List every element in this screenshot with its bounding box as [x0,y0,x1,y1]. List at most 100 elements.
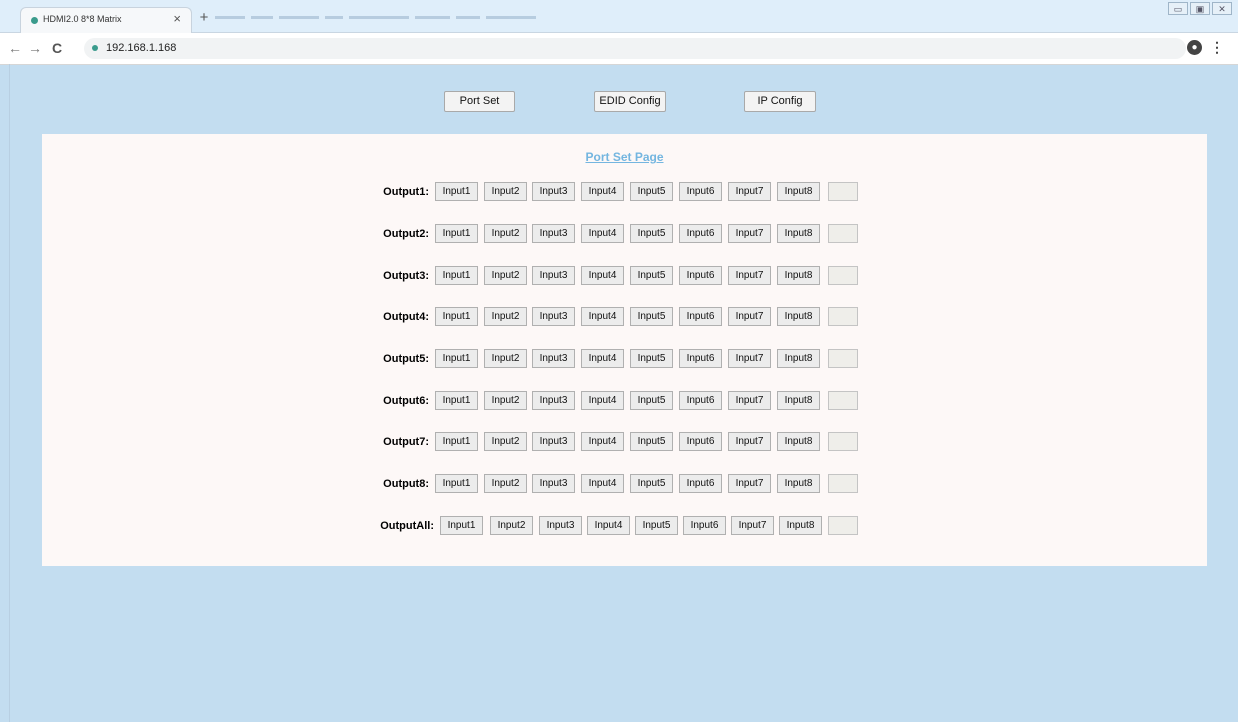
output-label: Output8: [383,478,429,490]
input7-button[interactable]: Input7 [728,432,771,451]
page-title[interactable]: Port Set Page [42,150,1207,164]
input2-button[interactable]: Input2 [484,307,527,326]
input3-button[interactable]: Input3 [532,224,575,243]
input3-button[interactable]: Input3 [532,349,575,368]
back-arrow-icon[interactable]: ← [8,40,22,56]
input8-button[interactable]: Input8 [777,474,820,493]
input5-button[interactable]: Input5 [630,474,673,493]
input4-button[interactable]: Input4 [581,224,624,243]
input1-button[interactable]: Input1 [435,307,478,326]
input6-button[interactable]: Input6 [683,516,726,535]
input4-button[interactable]: Input4 [581,349,624,368]
selected-input-display [828,474,858,493]
input7-button[interactable]: Input7 [728,182,771,201]
edid-config-button[interactable]: EDID Config [594,91,666,112]
input7-button[interactable]: Input7 [728,266,771,285]
maximize-icon[interactable]: ▣ [1190,2,1210,15]
tab-close-icon[interactable]: × [173,11,181,26]
input3-button[interactable]: Input3 [532,391,575,410]
input8-button[interactable]: Input8 [777,432,820,451]
selected-input-display [828,432,858,451]
input8-button[interactable]: Input8 [777,266,820,285]
input2-button[interactable]: Input2 [484,474,527,493]
input1-button[interactable]: Input1 [440,516,483,535]
input3-button[interactable]: Input3 [532,266,575,285]
input5-button[interactable]: Input5 [630,266,673,285]
input7-button[interactable]: Input7 [728,349,771,368]
input1-button[interactable]: Input1 [435,391,478,410]
input5-button[interactable]: Input5 [630,432,673,451]
port-set-button[interactable]: Port Set [444,91,515,112]
input2-button[interactable]: Input2 [490,516,533,535]
input5-button[interactable]: Input5 [630,391,673,410]
input3-button[interactable]: Input3 [532,474,575,493]
input4-button[interactable]: Input4 [581,391,624,410]
address-bar[interactable]: 192.168.1.168 [84,38,1186,59]
forward-arrow-icon[interactable]: → [28,40,42,56]
selected-input-display [828,266,858,285]
input7-button[interactable]: Input7 [728,391,771,410]
selected-input-display [828,391,858,410]
input4-button[interactable]: Input4 [581,474,624,493]
input2-button[interactable]: Input2 [484,432,527,451]
input2-button[interactable]: Input2 [484,224,527,243]
input5-button[interactable]: Input5 [630,224,673,243]
input6-button[interactable]: Input6 [679,474,722,493]
input4-button[interactable]: Input4 [581,432,624,451]
input3-button[interactable]: Input3 [532,432,575,451]
new-tab-icon[interactable]: + [195,10,213,26]
input5-button[interactable]: Input5 [630,182,673,201]
input4-button[interactable]: Input4 [581,182,624,201]
input3-button[interactable]: Input3 [539,516,582,535]
input8-button[interactable]: Input8 [777,224,820,243]
browser-toolbar: ← → C 192.168.1.168 ● ⋮ [0,33,1238,65]
browser-menu-icon[interactable]: ⋮ [1210,39,1224,56]
reload-icon[interactable]: C [52,40,62,56]
top-navigation: Port Set EDID Config IP Config [0,91,1238,113]
input5-button[interactable]: Input5 [630,307,673,326]
ip-config-button[interactable]: IP Config [744,91,816,112]
input2-button[interactable]: Input2 [484,182,527,201]
input6-button[interactable]: Input6 [679,432,722,451]
site-info-icon[interactable] [92,45,98,51]
input8-button[interactable]: Input8 [777,307,820,326]
input1-button[interactable]: Input1 [435,182,478,201]
input5-button[interactable]: Input5 [630,349,673,368]
input4-button[interactable]: Input4 [587,516,630,535]
output3-row: Output3: Input1 Input2 Input3 Input4 Input5 In… [42,266,1207,286]
input6-button[interactable]: Input6 [679,307,722,326]
input7-button[interactable]: Input7 [728,307,771,326]
input8-button[interactable]: Input8 [779,516,822,535]
input3-button[interactable]: Input3 [532,182,575,201]
input8-button[interactable]: Input8 [777,182,820,201]
output6-row: Output6: Input1 Input2 Input3 Input4 Input5 In… [42,391,1207,411]
input6-button[interactable]: Input6 [679,349,722,368]
input8-button[interactable]: Input8 [777,391,820,410]
input7-button[interactable]: Input7 [728,224,771,243]
port-set-panel: Port Set Page Output1: Input1 Input2 Input3… [42,134,1207,566]
window-controls: ▭ ▣ ✕ [1168,2,1232,16]
browser-tab[interactable]: HDMI2.0 8*8 Matrix × [20,7,192,33]
input2-button[interactable]: Input2 [484,391,527,410]
input1-button[interactable]: Input1 [435,266,478,285]
input6-button[interactable]: Input6 [679,266,722,285]
input5-button[interactable]: Input5 [635,516,678,535]
input1-button[interactable]: Input1 [435,224,478,243]
profile-avatar-icon[interactable]: ● [1187,40,1202,55]
input1-button[interactable]: Input1 [435,432,478,451]
input6-button[interactable]: Input6 [679,224,722,243]
input6-button[interactable]: Input6 [679,182,722,201]
input1-button[interactable]: Input1 [435,349,478,368]
input2-button[interactable]: Input2 [484,266,527,285]
close-window-icon[interactable]: ✕ [1212,2,1232,15]
input7-button[interactable]: Input7 [731,516,774,535]
input6-button[interactable]: Input6 [679,391,722,410]
input3-button[interactable]: Input3 [532,307,575,326]
minimize-icon[interactable]: ▭ [1168,2,1188,15]
input1-button[interactable]: Input1 [435,474,478,493]
input4-button[interactable]: Input4 [581,307,624,326]
input2-button[interactable]: Input2 [484,349,527,368]
input4-button[interactable]: Input4 [581,266,624,285]
input7-button[interactable]: Input7 [728,474,771,493]
input8-button[interactable]: Input8 [777,349,820,368]
